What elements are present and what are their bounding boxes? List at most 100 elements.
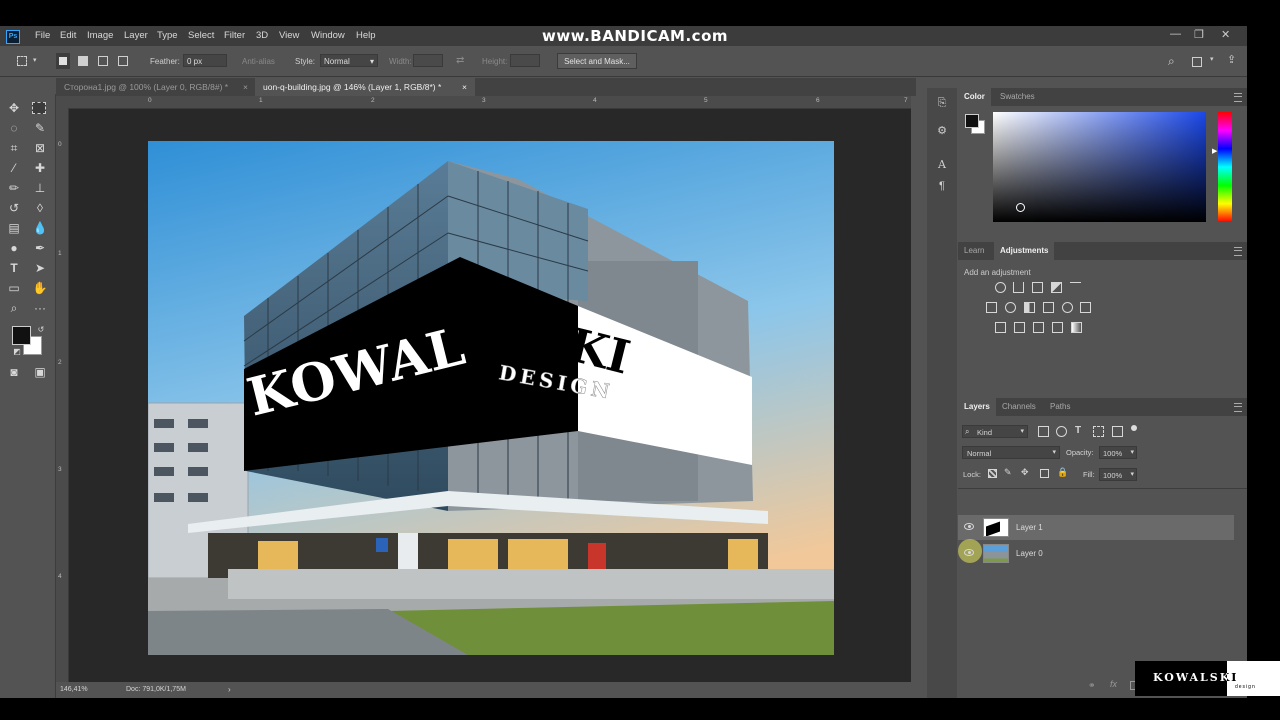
- tab-uon-q-building[interactable]: uon-q-building.jpg @ 146% (Layer 1, RGB/…: [255, 78, 475, 96]
- close-window-icon[interactable]: ✕: [1221, 28, 1230, 41]
- filter-pixel-icon[interactable]: [1038, 426, 1049, 437]
- brightness-contrast-icon[interactable]: [995, 282, 1006, 293]
- tab-storona1[interactable]: Сторона1.jpg @ 100% (Layer 0, RGB/8#) * …: [56, 78, 254, 96]
- quick-mask-icon[interactable]: ◙: [6, 364, 22, 380]
- canvas-area[interactable]: KOWAL SKI DESIGN: [69, 109, 911, 682]
- exposure-icon[interactable]: [1051, 282, 1062, 293]
- gradient-map-icon[interactable]: [1071, 322, 1082, 333]
- layer-row-layer-0[interactable]: Layer 0: [958, 539, 1234, 566]
- chevron-right-icon[interactable]: ›: [228, 685, 231, 694]
- menu-file[interactable]: File: [35, 30, 50, 41]
- history-brush-tool-icon[interactable]: ↺: [6, 200, 22, 216]
- document-image[interactable]: KOWAL SKI DESIGN: [148, 141, 834, 655]
- tab-swatches[interactable]: Swatches: [994, 88, 1041, 106]
- color-field[interactable]: [993, 112, 1206, 222]
- blend-mode-select[interactable]: Normal ▾: [962, 446, 1060, 459]
- properties-panel-icon[interactable]: ⚙: [935, 124, 949, 138]
- rect-marquee-tool-icon[interactable]: [32, 102, 46, 114]
- brush-tool-icon[interactable]: ✏: [6, 180, 22, 196]
- type-tool-icon[interactable]: T: [6, 260, 22, 276]
- eye-icon[interactable]: [964, 549, 974, 556]
- selective-color-icon[interactable]: [1052, 322, 1063, 333]
- marquee-preset-icon[interactable]: [17, 56, 27, 66]
- menu-edit[interactable]: Edit: [60, 30, 76, 41]
- restore-icon[interactable]: ❐: [1194, 28, 1204, 41]
- panel-menu-icon[interactable]: [1234, 403, 1242, 412]
- lock-transparent-icon[interactable]: [988, 469, 997, 478]
- lock-image-icon[interactable]: ✎: [1004, 467, 1012, 478]
- path-select-tool-icon[interactable]: ➤: [32, 260, 48, 276]
- layer-name[interactable]: Layer 0: [1016, 549, 1043, 558]
- tab-adjustments[interactable]: Adjustments: [994, 242, 1055, 260]
- close-icon[interactable]: ×: [243, 78, 248, 96]
- subtract-selection-icon[interactable]: [98, 56, 108, 66]
- zoom-level[interactable]: 146,41%: [60, 686, 88, 693]
- menu-select[interactable]: Select: [188, 30, 214, 41]
- color-fg-swatch[interactable]: [965, 114, 979, 128]
- menu-layer[interactable]: Layer: [124, 30, 148, 41]
- opacity-input[interactable]: 100% ▾: [1099, 446, 1137, 459]
- filter-toggle-icon[interactable]: [1131, 425, 1137, 431]
- vibrance-icon[interactable]: [1070, 282, 1081, 293]
- minimize-icon[interactable]: —: [1170, 28, 1181, 40]
- menu-image[interactable]: Image: [87, 30, 113, 41]
- frame-tool-icon[interactable]: ⊠: [32, 140, 48, 156]
- color-picker-cursor[interactable]: [1016, 203, 1025, 212]
- channel-mixer-icon[interactable]: [1062, 302, 1073, 313]
- panel-menu-icon[interactable]: [1234, 93, 1242, 102]
- foreground-color-swatch[interactable]: [12, 326, 31, 345]
- tab-layers[interactable]: Layers: [958, 398, 996, 416]
- default-colors-icon[interactable]: ◩: [9, 344, 25, 360]
- menu-view[interactable]: View: [279, 30, 299, 41]
- layer-filter-select[interactable]: ⌕ Kind ▾: [962, 425, 1028, 438]
- filter-adjustment-icon[interactable]: [1056, 426, 1067, 437]
- select-and-mask-button[interactable]: Select and Mask...: [557, 53, 637, 69]
- history-panel-icon[interactable]: ⎘: [935, 96, 949, 110]
- layer-row-layer-1[interactable]: Layer 1: [958, 515, 1234, 540]
- menu-3d[interactable]: 3D: [256, 30, 268, 41]
- swap-colors-icon[interactable]: ↺: [33, 322, 49, 338]
- paragraph-panel-icon[interactable]: ¶: [935, 179, 949, 193]
- new-selection-button[interactable]: [56, 53, 70, 69]
- style-select[interactable]: Normal ▾: [320, 54, 378, 67]
- feather-input[interactable]: 0 px: [183, 54, 227, 67]
- hue-slider-marker-icon[interactable]: ▶: [1212, 147, 1217, 155]
- photo-filter-icon[interactable]: [1043, 302, 1054, 313]
- lock-artboard-icon[interactable]: [1040, 469, 1049, 478]
- threshold-icon[interactable]: [1033, 322, 1044, 333]
- gradient-tool-icon[interactable]: ▤: [6, 220, 22, 236]
- crop-tool-icon[interactable]: ⌗: [6, 140, 22, 156]
- more-tools-icon[interactable]: ···: [32, 300, 48, 316]
- panel-menu-icon[interactable]: [1234, 247, 1242, 256]
- blur-tool-icon[interactable]: 💧: [32, 220, 48, 236]
- healing-brush-tool-icon[interactable]: ✚: [32, 160, 48, 176]
- close-icon[interactable]: ×: [462, 78, 467, 96]
- chevron-down-icon[interactable]: ▾: [1210, 55, 1214, 63]
- color-lookup-icon[interactable]: [1080, 302, 1091, 313]
- eraser-tool-icon[interactable]: ◊: [32, 200, 48, 216]
- layer-name[interactable]: Layer 1: [1016, 523, 1043, 532]
- link-layers-icon[interactable]: ⚭: [1088, 680, 1096, 691]
- shape-tool-icon[interactable]: ▭: [6, 280, 22, 296]
- clone-stamp-tool-icon[interactable]: ⊥: [32, 180, 48, 196]
- character-panel-icon[interactable]: A: [935, 158, 949, 172]
- lock-all-icon[interactable]: 🔒: [1057, 467, 1068, 478]
- workspace-icon[interactable]: [1192, 57, 1202, 67]
- swap-icon[interactable]: ⇄: [456, 55, 464, 66]
- lasso-tool-icon[interactable]: ◌: [6, 120, 22, 136]
- black-white-icon[interactable]: [1024, 302, 1035, 313]
- height-input[interactable]: [510, 54, 540, 67]
- chevron-down-icon[interactable]: ▾: [33, 56, 37, 64]
- eyedropper-tool-icon[interactable]: ⁄: [6, 160, 22, 176]
- curves-icon[interactable]: [1032, 282, 1043, 293]
- zoom-tool-icon[interactable]: ⌕: [6, 300, 22, 316]
- menu-filter[interactable]: Filter: [224, 30, 245, 41]
- screen-mode-icon[interactable]: ▣: [32, 364, 48, 380]
- intersect-selection-icon[interactable]: [118, 56, 128, 66]
- hue-saturation-icon[interactable]: [986, 302, 997, 313]
- eye-icon[interactable]: [964, 523, 974, 530]
- color-balance-icon[interactable]: [1005, 302, 1016, 313]
- search-icon[interactable]: ⌕: [1168, 54, 1175, 69]
- hand-tool-icon[interactable]: ✋: [32, 280, 48, 296]
- menu-help[interactable]: Help: [356, 30, 376, 41]
